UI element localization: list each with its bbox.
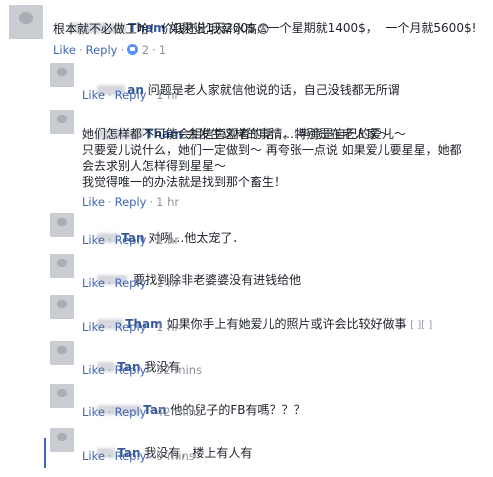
reply-link[interactable]: Reply <box>115 276 147 290</box>
timestamp[interactable]: 9 mins <box>156 449 195 463</box>
like-reaction-icon[interactable] <box>127 44 139 55</box>
comment-text-line: 会去求别人怎样得到星星～ <box>82 159 227 173</box>
comment-text-line: 问题是老人家就信他说的话，自己没钱都无所谓 <box>147 83 400 97</box>
like-link[interactable]: Like <box>82 195 105 209</box>
avatar[interactable] <box>50 428 74 452</box>
like-link[interactable]: Like <box>82 320 105 334</box>
timestamp[interactable]: 52 mins <box>156 363 202 377</box>
avatar[interactable] <box>50 213 74 237</box>
reply-link[interactable]: Reply <box>115 405 147 419</box>
timestamp[interactable]: 1 <box>159 43 166 57</box>
avatar[interactable] <box>50 341 74 365</box>
comment-text-line: 如果你手上有她爱儿的照片或许会比较好做事 <box>166 317 407 331</box>
comment-actions: Like · Reply · 1 hr <box>82 276 180 290</box>
avatar[interactable] <box>50 110 74 134</box>
reaction-count[interactable]: 2 <box>142 43 149 57</box>
like-link[interactable]: Like <box>82 449 105 463</box>
avatar[interactable] <box>50 254 74 278</box>
avatar[interactable] <box>50 63 74 87</box>
like-link[interactable]: Like <box>82 233 105 247</box>
comment-actions: Like · Reply · 42 mins <box>82 405 203 419</box>
avatar[interactable] <box>50 384 74 408</box>
comment-actions: Like · Reply · 2 · 1 <box>53 43 167 57</box>
comment-actions: Like · Reply · 9 mins <box>82 449 195 463</box>
reply-link[interactable]: Reply <box>86 43 118 57</box>
like-link[interactable]: Like <box>82 276 105 290</box>
like-link[interactable]: Like <box>82 405 105 419</box>
reply-link[interactable]: Reply <box>115 320 147 334</box>
timestamp[interactable]: 1 hr <box>156 195 179 209</box>
timestamp[interactable]: 42 mins <box>156 405 202 419</box>
comment-actions: Like · Reply · 1 hr <box>82 195 180 209</box>
comment-actions: Like · Reply · 1 hr <box>82 320 180 334</box>
comment-actions: Like · Reply · 52 mins <box>82 363 203 377</box>
see-translation[interactable]: [ ][ ] <box>410 320 432 331</box>
like-link[interactable]: Like <box>82 88 105 102</box>
comment-text-line: 根本就不必做工哈！价钱还比我薪水高😨 <box>53 22 270 36</box>
reply-link[interactable]: Reply <box>115 449 147 463</box>
like-link[interactable]: Like <box>53 43 76 57</box>
avatar[interactable] <box>50 295 74 319</box>
reply-link[interactable]: Reply <box>115 195 147 209</box>
timestamp[interactable]: 1 hr <box>156 233 179 247</box>
timestamp[interactable]: 1 hr <box>156 276 179 290</box>
comment-text-line: 我觉得唯一的办法就是找到那个畜生！ <box>82 175 287 189</box>
comment-text-line: 只要爱儿说什么，她们一定做到～ 再夸张一点说 如果爱儿要星星，她都 <box>82 143 462 157</box>
timestamp[interactable]: 1 hr <box>156 88 179 102</box>
comment-actions: Like · Reply · 1 hr <box>82 88 180 102</box>
comment-text-line: 她们怎样都不可能会相信旁观者的话……毕竟是自己的爱儿～ <box>82 127 407 141</box>
like-link[interactable]: Like <box>82 363 105 377</box>
avatar[interactable] <box>9 5 43 39</box>
highlight-bar <box>44 438 46 468</box>
reply-link[interactable]: Reply <box>115 88 147 102</box>
reply-link[interactable]: Reply <box>115 233 147 247</box>
comment-actions: Like · Reply · 1 hr <box>82 233 180 247</box>
reply-link[interactable]: Reply <box>115 363 147 377</box>
timestamp[interactable]: 1 hr <box>156 320 179 334</box>
